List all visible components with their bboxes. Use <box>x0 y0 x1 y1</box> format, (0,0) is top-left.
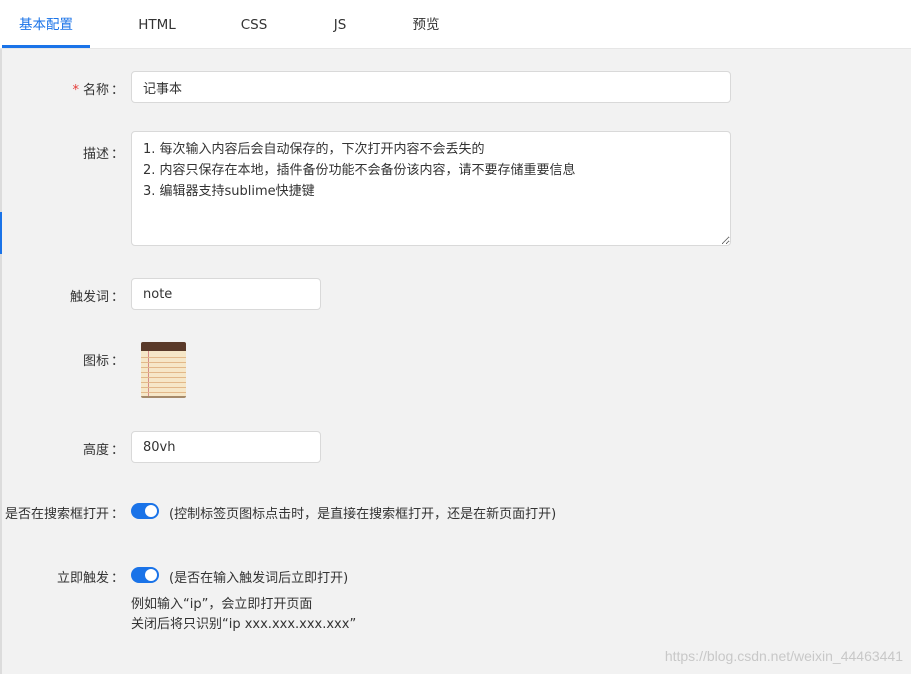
tab-basic-config[interactable]: 基本配置 <box>2 0 90 48</box>
height-input[interactable] <box>131 431 321 463</box>
description-label: 描述： <box>82 147 124 162</box>
name-label: * 名称： <box>72 83 124 98</box>
tab-bar: 基本配置 HTML CSS JS 预览 <box>0 0 911 49</box>
instant-trigger-switch[interactable] <box>131 567 159 583</box>
height-label: 高度： <box>82 443 124 458</box>
switch-knob <box>145 569 157 581</box>
trigger-label: 触发词： <box>69 290 124 305</box>
tab-js[interactable]: JS <box>322 0 358 48</box>
tab-html[interactable]: HTML <box>127 0 187 48</box>
active-tab-indicator <box>2 45 90 48</box>
open-in-searchbox-hint: (控制标签页图标点击时，是直接在搜索框打开，还是在新页面打开) <box>169 507 557 522</box>
required-mark: * <box>72 83 79 98</box>
tab-css[interactable]: CSS <box>230 0 278 48</box>
watermark: https://blog.csdn.net/weixin_44463441 <box>664 648 903 664</box>
open-in-searchbox-switch[interactable] <box>131 503 159 519</box>
instant-trigger-hint: (是否在输入触发词后立即打开) <box>169 571 349 586</box>
trigger-input[interactable] <box>131 278 321 310</box>
left-panel-edge <box>0 48 2 674</box>
instant-trigger-note-1: 例如输入“ip”，会立即打开页面 <box>131 597 313 612</box>
left-panel-accent <box>0 212 2 254</box>
icon-label: 图标： <box>82 354 124 369</box>
name-input[interactable] <box>131 71 731 103</box>
instant-trigger-note-2: 关闭后将只识别“ip xxx.xxx.xxx.xxx” <box>131 617 357 632</box>
tab-preview[interactable]: 预览 <box>404 0 448 48</box>
switch-knob <box>145 505 157 517</box>
description-textarea[interactable]: 1. 每次输入内容后会自动保存的，下次打开内容不会丢失的 2. 内容只保存在本地… <box>131 131 731 246</box>
notepad-icon[interactable] <box>141 342 186 398</box>
open-in-searchbox-label: 是否在搜索框打开： <box>4 507 124 522</box>
instant-trigger-label: 立即触发： <box>56 571 124 586</box>
